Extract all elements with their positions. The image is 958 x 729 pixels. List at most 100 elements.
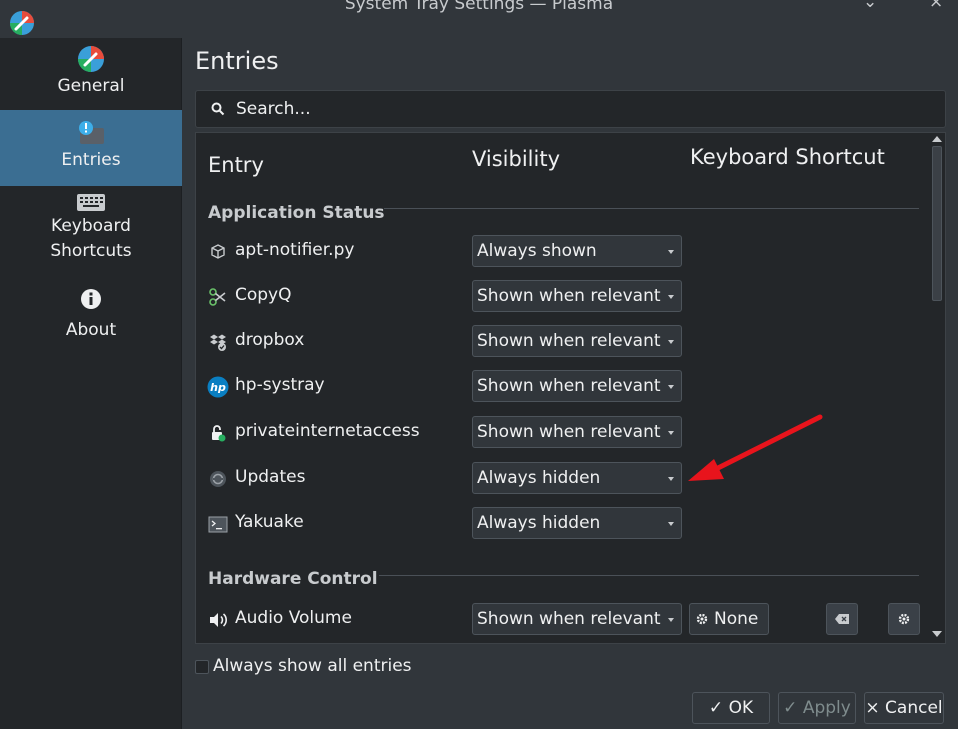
visibility-value: Shown when relevant [477, 422, 661, 442]
visibility-value: Always hidden [477, 468, 601, 488]
column-header-entry: Entry [208, 153, 264, 177]
scrollbar-thumb[interactable] [932, 146, 942, 301]
updates-icon [210, 471, 226, 487]
list-item: CopyQ Shown when relevant [196, 276, 930, 318]
entry-name: Yakuake [235, 512, 304, 532]
visibility-value: Always shown [477, 241, 597, 261]
minimize-button[interactable]: ⌄ [863, 0, 877, 12]
scroll-up-icon[interactable] [932, 136, 942, 142]
visibility-value: Shown when relevant [477, 331, 661, 351]
lock-icon [212, 425, 226, 442]
list-item: Yakuake Always hidden [196, 503, 930, 545]
close-icon: × [865, 698, 880, 718]
visibility-select[interactable]: Shown when relevant [472, 370, 682, 402]
list-item: dropbox Shown when relevant [196, 321, 930, 363]
cancel-label: Cancel [885, 698, 943, 718]
visibility-select[interactable]: Always hidden [472, 462, 682, 494]
chevron-down-icon [668, 250, 674, 254]
ok-label: OK [728, 698, 754, 718]
entry-name: privateinternetaccess [235, 421, 420, 441]
section-divider [384, 208, 919, 209]
sidebar-item-keyboard-shortcuts[interactable]: Keyboard Shortcuts [0, 190, 182, 274]
checkbox-box[interactable] [195, 660, 209, 674]
gear-icon [696, 613, 708, 625]
close-button[interactable]: ⨯ [929, 0, 943, 12]
clear-shortcut-button[interactable] [826, 603, 858, 635]
info-icon [81, 289, 101, 309]
chevron-down-icon [668, 522, 674, 526]
chevron-down-icon [668, 431, 674, 435]
title-bar: System Tray Settings — Plasma ⌄ ^ ⨯ [0, 0, 958, 36]
visibility-select[interactable]: Shown when relevant [472, 280, 682, 312]
visibility-select[interactable]: Always shown [472, 235, 682, 267]
speaker-icon [210, 613, 228, 627]
entry-name: apt-notifier.py [235, 240, 355, 260]
chevron-down-icon [668, 477, 674, 481]
section-title: Application Status [208, 203, 385, 223]
visibility-select[interactable]: Shown when relevant [472, 325, 682, 357]
svg-text:hp: hp [210, 381, 226, 394]
dropbox-icon [210, 334, 226, 351]
list-item: Audio Volume Shown when relevant None [196, 599, 930, 641]
visibility-value: Shown when relevant [477, 376, 661, 396]
visibility-select[interactable]: Shown when relevant [472, 416, 682, 448]
entry-name: CopyQ [235, 285, 292, 305]
sidebar-item-label: Entries [61, 150, 121, 170]
check-icon: ✓ [783, 698, 798, 718]
ok-button[interactable]: ✓ OK [692, 692, 770, 724]
column-header-shortcut: Keyboard Shortcut [690, 145, 885, 169]
plasma-palette-icon [78, 46, 104, 72]
cancel-button[interactable]: × Cancel [864, 692, 944, 724]
section-title: Hardware Control [208, 569, 378, 589]
column-header-visibility: Visibility [472, 147, 561, 171]
visibility-value: Shown when relevant [477, 609, 661, 629]
scrollbar[interactable] [929, 133, 945, 643]
package-icon [211, 244, 225, 259]
sidebar-item-label: About [65, 320, 117, 340]
chevron-down-icon [668, 295, 674, 299]
entry-name: Updates [235, 467, 306, 487]
entry-name: Audio Volume [235, 608, 352, 628]
search-placeholder: Search... [236, 99, 311, 119]
visibility-select[interactable]: Always hidden [472, 507, 682, 539]
list-item: apt-notifier.py Always shown [196, 231, 930, 273]
visibility-value: Shown when relevant [477, 286, 661, 306]
checkbox-label: Always show all entries [213, 656, 412, 676]
section-divider [379, 575, 919, 576]
entry-name: hp-systray [235, 375, 325, 395]
maximize-button[interactable]: ^ [897, 0, 911, 12]
scissors-icon [209, 288, 226, 306]
list-item: hp hp-systray Shown when relevant [196, 366, 930, 408]
sidebar-item-about[interactable]: About [0, 288, 182, 348]
chevron-down-icon [668, 385, 674, 389]
backspace-icon [835, 614, 849, 624]
shortcut-value: None [714, 609, 759, 629]
sidebar: General Entries Keyboard Shortcuts About [0, 38, 182, 729]
window-title: System Tray Settings — Plasma [344, 0, 614, 14]
gear-icon [898, 613, 910, 625]
hp-logo-icon: hp [207, 376, 229, 398]
visibility-select[interactable]: Shown when relevant [472, 603, 682, 635]
visibility-value: Always hidden [477, 513, 601, 533]
chevron-down-icon [668, 340, 674, 344]
apply-label: Apply [802, 698, 851, 718]
notification-entries-icon [79, 121, 104, 144]
page-title: Entries [195, 47, 279, 75]
configure-shortcut-button[interactable] [888, 603, 920, 635]
apply-button[interactable]: ✓ Apply [778, 692, 856, 724]
entries-list: Entry Visibility Keyboard Shortcut Appli… [195, 132, 946, 644]
annotation-arrow-icon [688, 414, 823, 481]
sidebar-item-label: Keyboard Shortcuts [50, 216, 132, 261]
entry-name: dropbox [235, 330, 305, 350]
sidebar-item-label: General [57, 76, 125, 96]
check-icon: ✓ [708, 698, 724, 718]
terminal-icon [208, 516, 228, 533]
scroll-down-icon[interactable] [932, 631, 942, 637]
chevron-down-icon [668, 618, 674, 622]
sidebar-item-general[interactable]: General [0, 44, 182, 110]
entries-page: Entries Search... Entry Visibility Keybo… [182, 38, 958, 729]
shortcut-button[interactable]: None [689, 603, 769, 635]
search-input[interactable]: Search... [195, 90, 946, 128]
keyboard-icon [77, 194, 105, 211]
sidebar-item-entries[interactable]: Entries [0, 110, 182, 186]
